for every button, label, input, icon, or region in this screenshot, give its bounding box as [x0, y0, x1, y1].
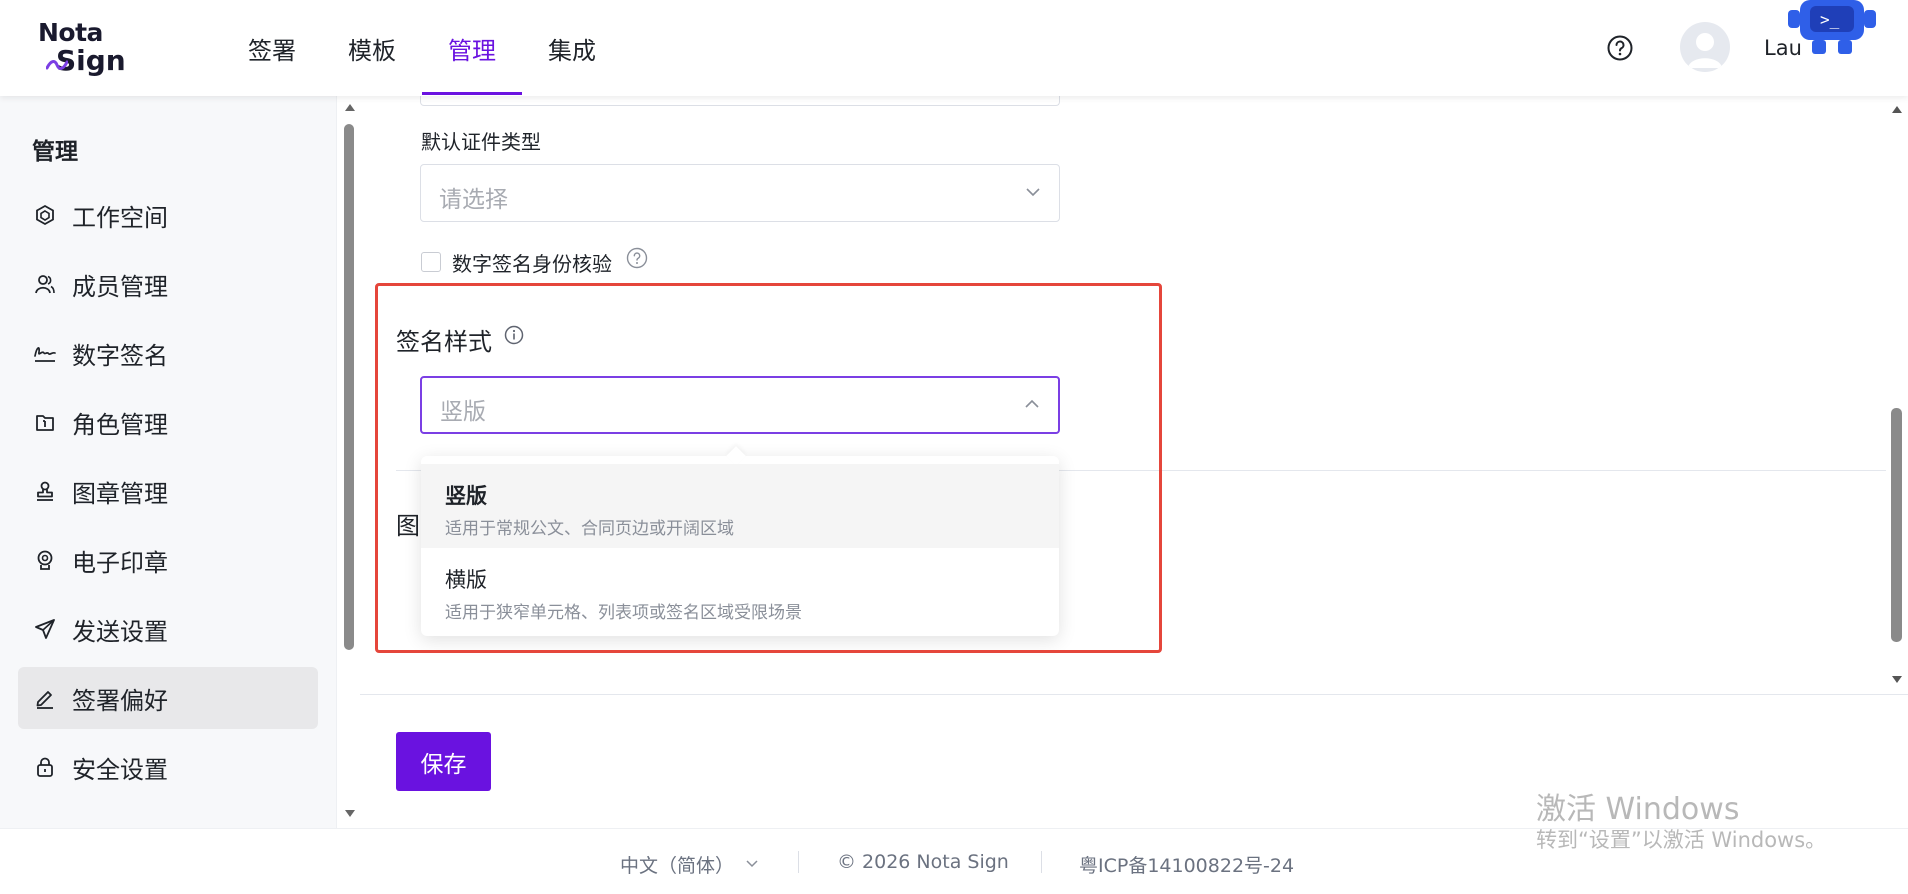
footer-separator: [1041, 851, 1042, 873]
sidebar-item-label: 角色管理: [72, 410, 168, 439]
nav-tab-integration[interactable]: 集成: [522, 0, 622, 96]
sidebar-item-members[interactable]: 成员管理: [18, 253, 318, 315]
sidebar-item-stamps[interactable]: 图章管理: [18, 460, 318, 522]
stamp-icon: [32, 478, 58, 504]
sidebar-item-label: 发送设置: [72, 617, 168, 646]
option-description: 适用于狭窄单元格、列表项或签名区域受限场景: [445, 603, 802, 623]
logo-swoosh-icon: [46, 60, 68, 70]
nav-tab-templates[interactable]: 模板: [322, 0, 422, 96]
next-section-title: 图: [396, 512, 420, 540]
sidebar-item-sign-preferences[interactable]: 签署偏好: [18, 667, 318, 729]
option-description: 适用于常规公文、合同页边或开阔区域: [445, 519, 734, 539]
nav-tab-sign[interactable]: 签署: [222, 0, 322, 96]
nav-tab-label: 模板: [348, 36, 396, 65]
sidebar: 管理 工作空间 成员管理 数字签名 角色管理 图章管理 电子印章 发送设置 签署…: [0, 96, 336, 828]
footer-separator: [798, 851, 799, 873]
option-title: 横版: [445, 568, 487, 592]
digital-sig-checkbox[interactable]: [421, 252, 441, 272]
windows-activation-title: 激活 Windows: [1536, 792, 1740, 827]
sidebar-scrollbar[interactable]: [336, 96, 360, 828]
icp-link[interactable]: 粤ICP备14100822号-24: [1079, 851, 1294, 878]
send-icon: [32, 616, 58, 642]
user-avatar[interactable]: [1680, 22, 1730, 72]
sidebar-item-label: 成员管理: [72, 272, 168, 301]
windows-activation-subtitle: 转到“设置”以激活 Windows。: [1536, 828, 1827, 852]
nav-tab-label: 签署: [248, 36, 296, 65]
role-icon: [32, 409, 58, 435]
sidebar-item-label: 电子印章: [72, 548, 168, 577]
svg-text:>_: >_: [1820, 10, 1840, 29]
sidebar-item-send-settings[interactable]: 发送设置: [18, 598, 318, 660]
sig-style-value: 竖版: [440, 399, 486, 425]
logo-text-line1: Nota: [38, 18, 103, 47]
scroll-down-arrow-icon[interactable]: [1892, 676, 1902, 683]
question-circle-icon[interactable]: [626, 247, 648, 269]
sig-style-title: 签名样式: [396, 328, 492, 356]
workspace-icon: [32, 202, 58, 228]
main-nav: 签署 模板 管理 集成: [222, 0, 622, 96]
user-silhouette-icon: [1688, 33, 1722, 68]
signature-icon: [32, 340, 58, 366]
dropdown-caret: [726, 446, 746, 466]
sidebar-item-workspace[interactable]: 工作空间: [18, 184, 318, 246]
cert-type-placeholder: 请选择: [439, 187, 508, 213]
top-navigation-bar: Nota Sign 签署 模板 管理 集成 Lau >_: [0, 0, 1908, 96]
copyright-text: © 2026 Nota Sign: [837, 851, 1009, 873]
lock-icon: [32, 754, 58, 780]
dropdown-option-horizontal[interactable]: 横版 适用于狭窄单元格、列表项或签名区域受限场景: [421, 548, 1059, 632]
sidebar-item-label: 工作空间: [72, 203, 168, 232]
chevron-down-icon: [1026, 188, 1040, 197]
scroll-down-arrow-icon[interactable]: [345, 810, 355, 817]
main-scroll-thumb[interactable]: [1891, 408, 1902, 642]
chevron-up-icon: [1025, 399, 1039, 408]
sidebar-item-roles[interactable]: 角色管理: [18, 391, 318, 453]
language-selector[interactable]: 中文（简体）: [620, 851, 734, 878]
nav-tab-label: 集成: [548, 36, 596, 65]
seal-icon: [32, 547, 58, 573]
cert-type-label: 默认证件类型: [421, 130, 541, 154]
sig-style-select[interactable]: 竖版: [420, 376, 1060, 434]
help-icon[interactable]: [1606, 34, 1634, 62]
sidebar-item-e-seal[interactable]: 电子印章: [18, 529, 318, 591]
cert-type-select[interactable]: 请选择: [420, 164, 1060, 222]
sidebar-title: 管理: [32, 139, 78, 165]
chevron-down-icon[interactable]: [745, 859, 759, 868]
sidebar-item-label: 安全设置: [72, 755, 168, 784]
info-circle-icon[interactable]: [504, 325, 524, 345]
sidebar-item-digital-signature[interactable]: 数字签名: [18, 322, 318, 384]
nav-tab-label: 管理: [448, 36, 496, 65]
nota-sign-logo[interactable]: Nota Sign: [38, 18, 138, 78]
sidebar-item-security[interactable]: 安全设置: [18, 736, 318, 798]
sig-style-dropdown: 竖版 适用于常规公文、合同页边或开阔区域 横版 适用于狭窄单元格、列表项或签名区…: [421, 446, 1059, 636]
option-title: 竖版: [445, 484, 487, 508]
sidebar-item-label: 数字签名: [72, 341, 168, 370]
members-icon: [32, 271, 58, 297]
main-scrollbar[interactable]: [1886, 96, 1908, 694]
nav-tab-manage[interactable]: 管理: [422, 0, 522, 96]
sidebar-item-label: 签署偏好: [72, 686, 168, 715]
scroll-up-arrow-icon[interactable]: [345, 104, 355, 111]
sidebar-item-label: 图章管理: [72, 479, 168, 508]
save-button[interactable]: 保存: [396, 732, 491, 791]
scroll-up-arrow-icon[interactable]: [1892, 106, 1902, 113]
edit-icon: [32, 685, 58, 711]
dropdown-option-vertical[interactable]: 竖版 适用于常规公文、合同页边或开阔区域: [421, 464, 1059, 548]
digital-sig-check-label[interactable]: 数字签名身份核验: [452, 248, 612, 277]
robot-assistant-icon[interactable]: >_: [1782, 0, 1882, 58]
sidebar-scroll-thumb[interactable]: [344, 124, 354, 650]
